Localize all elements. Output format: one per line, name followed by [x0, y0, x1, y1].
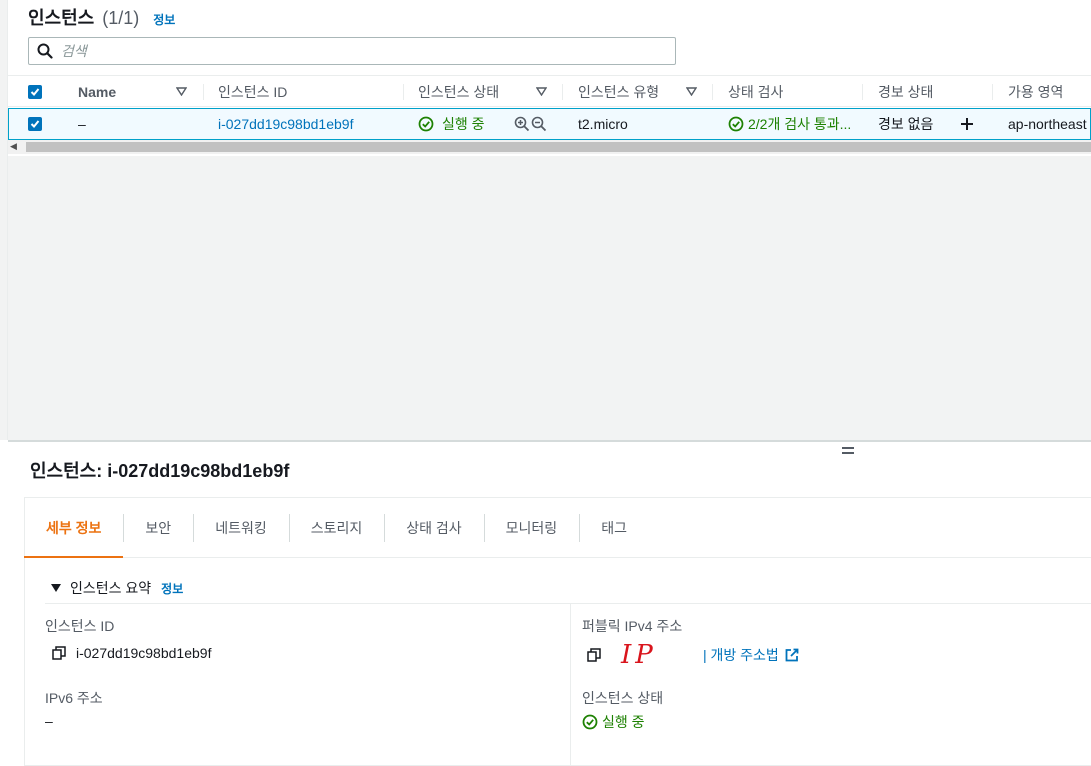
scroll-left-arrow-icon[interactable]: ◀ — [10, 141, 17, 152]
left-rail — [0, 0, 8, 440]
checkbox-checked-icon — [28, 117, 42, 131]
zoom-controls — [514, 109, 547, 139]
ipv6-value: – — [45, 713, 53, 729]
column-separator — [992, 76, 993, 107]
cell-instance-id-link[interactable]: i-027dd19c98bd1eb9f — [218, 109, 353, 139]
column-label: 인스턴스 상태 — [418, 83, 500, 100]
cell-status-check-link[interactable]: 2/2개 검사 통과... — [728, 109, 851, 139]
tab-monitoring[interactable]: 모니터링 — [483, 498, 580, 557]
scrollbar-thumb[interactable] — [26, 142, 1091, 152]
column-separator — [712, 76, 713, 107]
search-icon — [37, 43, 53, 59]
section-toggle[interactable]: 인스턴스 요약 정보 — [50, 578, 183, 598]
section-divider — [45, 603, 1091, 604]
tab-networking[interactable]: 네트워킹 — [193, 498, 289, 557]
column-label: 경보 상태 — [878, 83, 934, 100]
column-header-status-check[interactable]: 상태 검사 — [728, 76, 783, 107]
state-text: 실행 중 — [442, 116, 485, 132]
column-label: 인스턴스 유형 — [578, 83, 660, 100]
detail-tabs: 세부 정보 보안 네트워킹 스토리지 상태 검사 모니터링 태그 — [24, 498, 1091, 558]
row-checkbox[interactable] — [28, 109, 42, 139]
filter-caret-icon[interactable] — [686, 87, 697, 96]
column-label: Name — [78, 83, 117, 100]
column-header-alarm-status[interactable]: 경보 상태 — [878, 76, 933, 107]
cell-alarm-status: 경보 없음 — [878, 116, 934, 132]
tab-storage[interactable]: 스토리지 — [288, 498, 385, 557]
copy-icon[interactable] — [587, 648, 601, 662]
cell-availability-zone: ap-northeast — [1008, 116, 1087, 132]
info-link[interactable]: 정보 — [153, 11, 175, 28]
table-row[interactable]: – i-027dd19c98bd1eb9f 실행 중 t2.micro 2/2개… — [8, 108, 1091, 140]
column-label: 상태 검사 — [728, 83, 784, 100]
search-input[interactable] — [61, 43, 621, 59]
plus-icon — [961, 118, 973, 130]
ipv6-label: IPv6 주소 — [45, 690, 103, 706]
instances-table: Name 인스턴스 ID 인스턴스 상태 인스턴스 유형 상태 검사 경보 상태… — [8, 75, 1091, 140]
column-header-name[interactable]: Name — [78, 76, 116, 107]
tab-details[interactable]: 세부 정보 — [24, 498, 124, 558]
detail-title: 인스턴스: i-027dd19c98bd1eb9f — [30, 461, 290, 481]
column-separator — [403, 76, 404, 107]
cell-name: – — [78, 116, 86, 132]
filter-caret-icon[interactable] — [176, 87, 187, 96]
cell-instance-type: t2.micro — [578, 116, 628, 132]
column-separator — [862, 76, 863, 107]
checkbox-checked-icon — [28, 84, 42, 99]
open-address-link[interactable]: | 개방 주소법 — [703, 645, 799, 665]
search-bar[interactable] — [28, 37, 676, 65]
section-title: 인스턴스 요약 — [70, 580, 152, 596]
column-divider — [570, 604, 571, 766]
copy-icon[interactable] — [52, 646, 66, 660]
horizontal-scrollbar[interactable]: ◀ — [8, 140, 1091, 154]
tab-tags[interactable]: 태그 — [579, 498, 649, 557]
public-ip-value: IP | 개방 주소법 — [587, 640, 799, 670]
column-separator — [562, 76, 563, 107]
column-header-instance-id[interactable]: 인스턴스 ID — [218, 76, 287, 107]
column-header-availability-zone[interactable]: 가용 영역 — [1008, 76, 1063, 107]
table-header: Name 인스턴스 ID 인스턴스 상태 인스턴스 유형 상태 검사 경보 상태… — [8, 75, 1091, 107]
tab-status-checks[interactable]: 상태 검사 — [384, 498, 483, 557]
public-ip-label: 퍼블릭 IPv4 주소 — [582, 618, 683, 634]
add-alarm-button[interactable] — [959, 109, 975, 139]
select-all-checkbox[interactable] — [28, 76, 42, 107]
resize-handle-icon[interactable] — [842, 447, 854, 455]
page-header: 인스턴스 (1/1) 정보 — [28, 4, 175, 30]
section-info-link[interactable]: 정보 — [161, 580, 183, 597]
split-panel-divider[interactable] — [8, 440, 1091, 442]
column-separator — [203, 76, 204, 107]
open-address-text: | 개방 주소법 — [703, 647, 779, 663]
cell-instance-state: 실행 중 — [418, 109, 485, 139]
public-ip-annotation: IP — [621, 640, 657, 670]
instance-state-value: 실행 중 — [582, 712, 645, 732]
success-check-icon — [418, 116, 434, 132]
column-header-instance-type[interactable]: 인스턴스 유형 — [578, 76, 659, 107]
status-check-text: 2/2개 검사 통과... — [748, 116, 852, 132]
external-link-icon — [785, 648, 799, 662]
instance-state-text: 실행 중 — [602, 714, 645, 730]
column-header-instance-state[interactable]: 인스턴스 상태 — [418, 76, 499, 107]
instance-id-value: i-027dd19c98bd1eb9f — [52, 645, 211, 661]
success-check-icon — [582, 714, 598, 730]
table-empty-area — [8, 156, 1091, 440]
success-check-icon — [728, 116, 744, 132]
instance-state-label: 인스턴스 상태 — [582, 690, 664, 706]
zoom-in-icon[interactable] — [514, 116, 530, 132]
column-label: 가용 영역 — [1008, 83, 1064, 100]
selection-count: (1/1) — [102, 8, 140, 28]
tab-security[interactable]: 보안 — [123, 498, 193, 557]
page-title: 인스턴스 — [28, 8, 95, 28]
filter-caret-icon[interactable] — [536, 87, 547, 96]
instance-id-label: 인스턴스 ID — [45, 618, 115, 634]
caret-down-icon — [51, 584, 61, 592]
zoom-out-icon[interactable] — [531, 116, 547, 132]
column-label: 인스턴스 ID — [218, 83, 288, 100]
instance-id-text: i-027dd19c98bd1eb9f — [76, 645, 212, 661]
